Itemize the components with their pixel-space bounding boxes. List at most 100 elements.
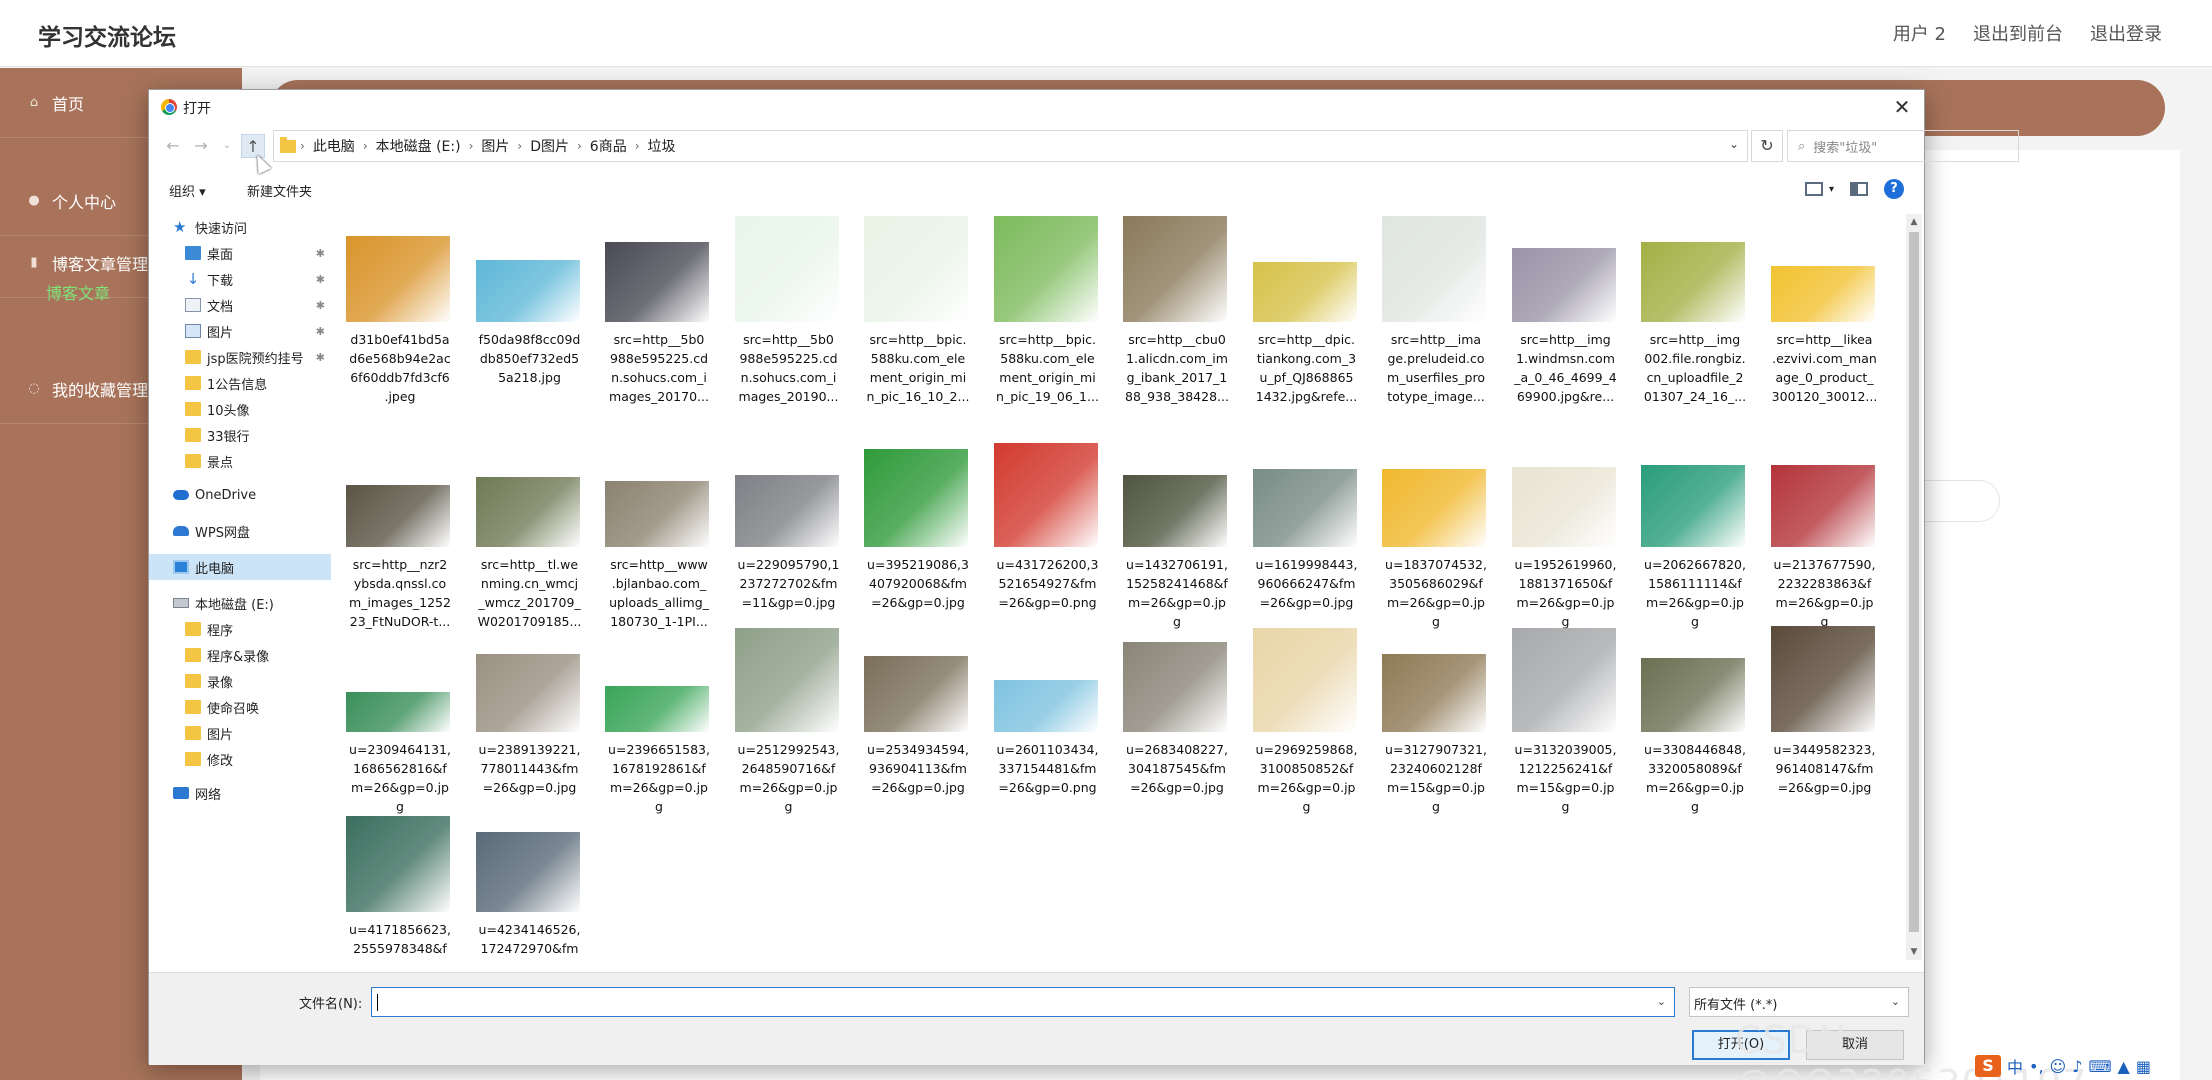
user-name-link[interactable]: 用户 2 — [1893, 20, 1946, 46]
file-item[interactable]: u=3132039005, 1212256241&f m=15&gp=0.jp g — [1507, 628, 1617, 852]
thumbnail-image — [475, 260, 580, 322]
nav-tree-item[interactable]: 桌面 ✱ — [149, 240, 331, 266]
file-name-line: 988e595225.cd — [739, 351, 838, 366]
scroll-down-icon[interactable]: ▼ — [1906, 944, 1922, 960]
file-item[interactable]: u=4171856623,2555978348&fm=26&gp=0.jpg — [341, 812, 451, 960]
back-to-frontend-link[interactable]: 退出到前台 — [1973, 20, 2063, 46]
file-item[interactable]: src=http__likea .ezvivi.com_man age_0_prod… — [1766, 222, 1877, 442]
preview-pane-icon[interactable] — [1850, 182, 1868, 196]
breadcrumb-this-pc[interactable]: 此电脑 — [313, 136, 355, 156]
nav-tree-item[interactable]: 1公告信息 — [149, 370, 331, 396]
file-name: src=http__bpic. 588ku.com_ele ment_origin_… — [859, 330, 977, 406]
scroll-up-icon[interactable]: ▲ — [1906, 214, 1922, 230]
folder-icon — [185, 454, 201, 468]
nav-tree-item[interactable]: 修改 — [149, 746, 331, 772]
ime-mode-label[interactable]: 中 — [2007, 1054, 2023, 1078]
file-item[interactable]: d31b0ef41bd5a d6e568b94e2ac 6f60ddb7fd3cf6… — [341, 222, 451, 442]
file-item[interactable]: src=http__bpic. 588ku.com_ele ment_origin_… — [859, 216, 969, 442]
file-name: src=http__dpic. tiankong.com_3 u_pf_QJ8688… — [1248, 330, 1366, 406]
logout-link[interactable]: 退出登录 — [2090, 20, 2162, 46]
file-item[interactable]: u=2969259868, 3100850852&f m=26&gp=0.jp g — [1248, 628, 1358, 852]
recent-locations-chevron-icon[interactable]: ⌄ — [215, 134, 239, 158]
file-name-line: m=26&gp=0.jp — [1516, 595, 1615, 610]
nav-tree-item[interactable]: 10头像 — [149, 396, 331, 422]
chevron-down-icon[interactable]: ⌄ — [1729, 137, 1739, 151]
nav-tree-item[interactable]: 33银行 — [149, 422, 331, 448]
nav-tree-item[interactable]: jsp医院预约挂号 ✱ — [149, 344, 331, 370]
file-item[interactable]: u=3127907321, 23240602128f m=15&gp=0.jp g — [1377, 632, 1487, 852]
file-item[interactable]: src=http__bpic. 588ku.com_ele ment_origin_… — [989, 216, 1099, 442]
nav-tree-item[interactable]: 文档 ✱ — [149, 292, 331, 318]
file-item[interactable]: src=http__ima ge.preludeid.co m_userfiles_… — [1377, 216, 1487, 442]
refresh-icon[interactable]: ↻ — [1751, 130, 1783, 162]
search-input[interactable]: ⌕ 搜索"垃圾" — [1787, 130, 2019, 162]
chevron-down-icon[interactable]: ⌄ — [1657, 995, 1666, 1008]
file-item[interactable]: src=http__dpic. tiankong.com_3 u_pf_QJ8688… — [1248, 222, 1358, 442]
breadcrumb-pictures[interactable]: 图片 — [481, 136, 509, 156]
toolbox-icon[interactable]: ▦ — [2136, 1057, 2151, 1076]
file-item[interactable]: u=2601103434, 337154481&fm =26&gp=0.png — [989, 632, 1099, 852]
chevron-down-icon[interactable]: ▾ — [1829, 184, 1834, 195]
back-arrow-icon[interactable]: ← — [161, 134, 185, 158]
sidebar-item-label: 博客文章管理 — [52, 254, 149, 274]
file-item[interactable]: src=http__5b0 988e595225.cd n.sohucs.com_i… — [600, 222, 710, 442]
help-icon[interactable]: ? — [1884, 179, 1904, 199]
nav-tree-item[interactable]: 录像 — [149, 668, 331, 694]
scrollbar-thumb[interactable] — [1909, 232, 1919, 932]
forward-arrow-icon[interactable]: → — [189, 134, 213, 158]
filename-input[interactable]: ⌄ — [371, 987, 1675, 1017]
file-item[interactable]: u=2683408227, 304187545&fm =26&gp=0.jpg — [1118, 632, 1228, 852]
nav-tree-item[interactable]: 使命召唤 — [149, 694, 331, 720]
skin-icon[interactable]: ▲ — [2118, 1057, 2130, 1076]
file-name-line: d6e568b94e2ac — [349, 351, 451, 366]
file-item[interactable]: u=3308446848, 3320058089&f m=26&gp=0.jp g — [1636, 632, 1746, 852]
breadcrumb-products[interactable]: 6商品 — [590, 136, 627, 156]
nav-tree-item[interactable]: 景点 — [149, 448, 331, 474]
emoji-icon[interactable]: ☺ — [2050, 1057, 2067, 1076]
nav-tree-item[interactable]: OneDrive — [149, 482, 331, 508]
nav-tree-item[interactable]: ★ 快速访问 — [149, 214, 331, 240]
file-item[interactable]: u=3449582323, 961408147&fm =26&gp=0.jpg — [1766, 626, 1876, 852]
close-icon[interactable]: ✕ — [1888, 94, 1916, 120]
nav-tree-item[interactable]: WPS网盘 — [149, 518, 331, 544]
nav-tree-label: 图片 — [207, 325, 234, 341]
address-bar[interactable]: › 此电脑 › 本地磁盘 (E:) › 图片 › D图片 › 6商品 › 垃圾 … — [273, 130, 1748, 162]
file-type-select[interactable]: 所有文件 (*.*) ⌄ — [1689, 987, 1909, 1017]
chevron-right-icon: › — [468, 139, 474, 153]
microphone-icon[interactable]: ♪ — [2072, 1057, 2082, 1076]
file-item[interactable]: src=http__img 002.file.rongbiz. cn_uploadf… — [1636, 222, 1746, 442]
breadcrumb-drive-e[interactable]: 本地磁盘 (E:) — [376, 136, 461, 156]
nav-tree-item[interactable]: 图片 ✱ — [149, 318, 331, 344]
sogou-ime-icon[interactable]: S — [1975, 1055, 2001, 1077]
file-item[interactable]: src=http__cbu0 1.alicdn.com_im g_ibank_201… — [1118, 216, 1229, 442]
nav-tree-item[interactable]: 程序&录像 — [149, 642, 331, 668]
file-thumbnail — [605, 222, 709, 322]
new-folder-button[interactable]: 新建文件夹 — [247, 181, 312, 200]
file-name-line: 588ku.com_ele — [870, 351, 966, 366]
file-item[interactable]: u=2396651583, 1678192861&f m=26&gp=0.jp g — [600, 632, 710, 852]
nav-tree-item[interactable]: 网络 — [149, 780, 331, 806]
organize-menu[interactable]: 组织 ▾ — [169, 181, 206, 200]
sidebar-subitem-blog[interactable]: 博客文章 — [46, 280, 110, 304]
nav-tree-item[interactable]: 程序 — [149, 616, 331, 642]
file-item[interactable]: src=http__img 1.windmsn.com _a_0_46_4699_4… — [1507, 222, 1617, 442]
nav-tree-item[interactable]: ↓ 下载 ✱ — [149, 266, 331, 292]
punctuation-icon[interactable]: •, — [2029, 1057, 2044, 1076]
breadcrumb-d-pictures[interactable]: D图片 — [530, 136, 569, 156]
file-item[interactable]: u=2512992543, 2648590716&f m=26&gp=0.jp g — [730, 628, 840, 852]
file-item[interactable]: src=http__5b0 988e595225.cd n.sohucs.com_i… — [730, 216, 840, 442]
keyboard-icon[interactable]: ⌨ — [2088, 1057, 2111, 1076]
nav-tree-item[interactable]: 此电脑 — [149, 554, 331, 580]
breadcrumb-garbage[interactable]: 垃圾 — [648, 136, 676, 156]
folder-icon — [280, 136, 296, 153]
file-name-line: u=2683408227, — [1126, 742, 1228, 757]
file-name: src=http__5b0 988e595225.cd n.sohucs.com_i… — [730, 330, 848, 406]
file-thumbnail — [1382, 632, 1486, 732]
nav-tree-item[interactable]: 图片 — [149, 720, 331, 746]
file-item[interactable]: u=2534934594, 936904113&fm =26&gp=0.jpg — [859, 632, 969, 852]
file-item[interactable]: f50da98f8cc09d db850ef732ed5 5a218.jpg — [471, 222, 581, 442]
vertical-scrollbar[interactable]: ▲ ▼ — [1906, 214, 1922, 960]
nav-tree-item[interactable]: 本地磁盘 (E:) — [149, 590, 331, 616]
file-item[interactable]: u=4234146526,172472970&fm=26&gp=0.jpg — [471, 812, 581, 960]
view-mode-icon[interactable] — [1804, 182, 1823, 196]
